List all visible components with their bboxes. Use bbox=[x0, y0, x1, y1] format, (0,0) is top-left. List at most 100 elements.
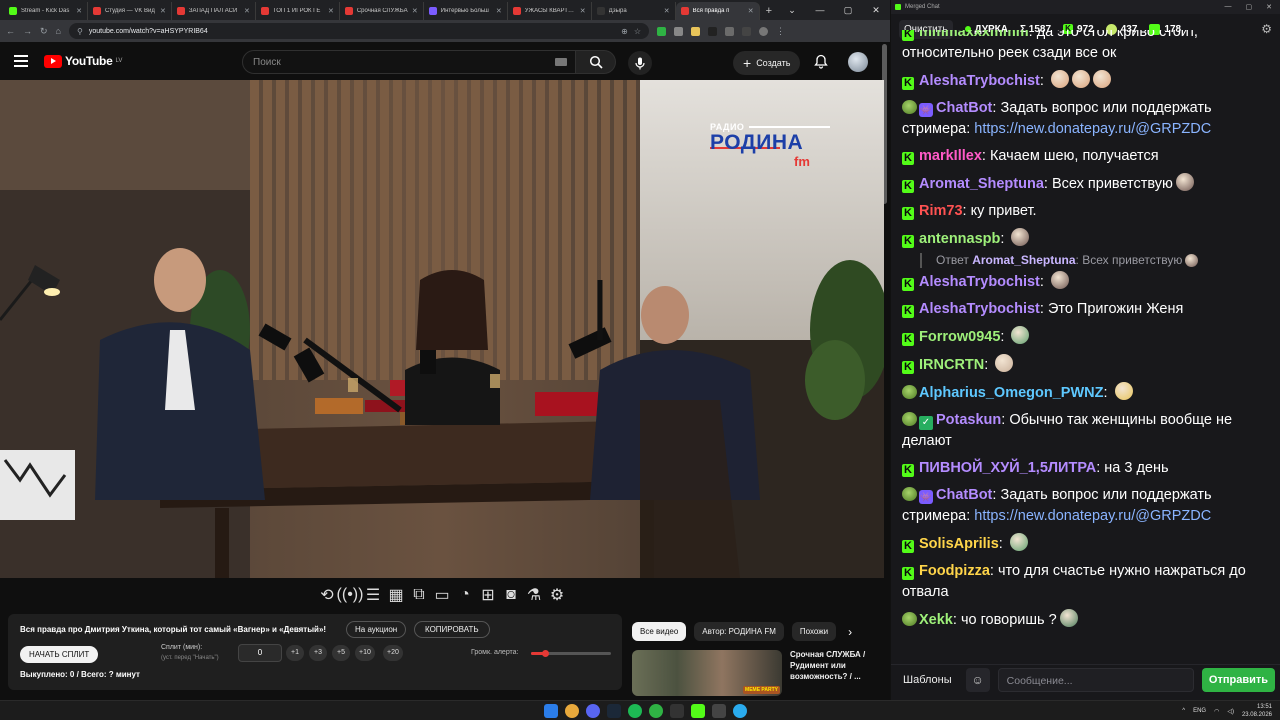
alert-volume-slider[interactable] bbox=[531, 650, 611, 657]
extension-icon[interactable] bbox=[690, 26, 700, 36]
chat-username[interactable]: antennaspb bbox=[919, 231, 1000, 247]
tab-close-icon[interactable]: ✕ bbox=[76, 7, 82, 15]
tab-close-icon[interactable]: ✕ bbox=[748, 7, 754, 15]
tab-close-icon[interactable]: ✕ bbox=[244, 7, 250, 15]
network-icon[interactable]: ◠ bbox=[1214, 708, 1219, 715]
maximize-button[interactable]: ▢ bbox=[834, 0, 862, 20]
chat-link[interactable]: https://new.donatepay.ru/@GRPZDC bbox=[974, 121, 1211, 137]
tab-close-icon[interactable]: ✕ bbox=[412, 7, 418, 15]
close-window-button[interactable]: ✕ bbox=[862, 0, 890, 20]
chat-message[interactable]: ✓ Potaskun: Обычно так женщины вообще не … bbox=[902, 407, 1271, 455]
settings-gear-icon[interactable]: ⚙ bbox=[549, 587, 566, 604]
alert-volume-knob[interactable] bbox=[542, 650, 550, 657]
reply-reference[interactable]: Ответ Aromat_Sheptuna: Всех приветствую bbox=[920, 253, 1271, 268]
menu-kebab-icon[interactable]: ⋮ bbox=[776, 26, 785, 37]
browser-tab[interactable]: ТОП 1 ИГРОК ГЕ ✕ bbox=[256, 2, 340, 20]
increment-button[interactable]: +1 bbox=[286, 645, 304, 661]
screenshot-camera-icon[interactable]: ◙ bbox=[503, 586, 520, 604]
back-icon[interactable]: ← bbox=[6, 26, 15, 36]
chat-message[interactable]: Kmmmaxxxmmm: да это стол криво стоит, от… bbox=[902, 30, 1271, 67]
chat-link[interactable]: https://new.donatepay.ru/@GRPZDC bbox=[974, 508, 1211, 524]
tab-close-icon[interactable]: ✕ bbox=[160, 7, 166, 15]
browser-tab[interactable]: Вся правда п ✕ bbox=[675, 2, 760, 20]
tab-close-icon[interactable]: ✕ bbox=[496, 7, 502, 15]
templates-button[interactable]: Шаблоны bbox=[897, 668, 958, 692]
create-button[interactable]: + Создать bbox=[733, 51, 801, 75]
chat-username[interactable]: markIllex bbox=[919, 148, 982, 164]
obs-icon[interactable] bbox=[670, 704, 684, 718]
home-icon[interactable]: ⌂ bbox=[56, 26, 61, 36]
clock[interactable]: 13:51 23.08.2026 bbox=[1242, 703, 1272, 719]
chat-username[interactable]: AleshaTrybochist bbox=[919, 73, 1040, 89]
emoji-smile-icon[interactable]: ☺ bbox=[965, 667, 990, 692]
keyboard-icon[interactable] bbox=[555, 58, 567, 66]
browser-tab[interactable]: Интервью Больш ✕ bbox=[424, 2, 508, 20]
notifications-bell-icon[interactable] bbox=[814, 54, 828, 69]
video-player[interactable]: РАДИО РОДИНА fm bbox=[0, 80, 884, 578]
chat-username[interactable]: Xekk bbox=[919, 612, 953, 628]
loop-icon[interactable]: ⟲ bbox=[319, 587, 336, 604]
chat-message[interactable]: Alpharius_Omegon_PWNZ: bbox=[902, 379, 1271, 407]
increment-button[interactable]: +5 bbox=[332, 645, 350, 661]
volume-icon[interactable]: ◁) bbox=[1227, 708, 1234, 715]
app-icon[interactable] bbox=[712, 704, 726, 718]
broadcast-icon[interactable]: ((•)) bbox=[337, 586, 364, 604]
reload-icon[interactable]: ↻ bbox=[40, 26, 48, 37]
chat-message[interactable]: KmarkIllex: Качаем шею, получается bbox=[902, 143, 1271, 170]
profile-icon[interactable] bbox=[758, 26, 768, 36]
bookmark-star-icon[interactable]: ☆ bbox=[634, 27, 641, 36]
chat-message[interactable]: K IRNCRTN: bbox=[902, 351, 1271, 379]
picture-in-picture-icon[interactable]: ⧉ bbox=[411, 586, 428, 604]
chat-username[interactable]: AleshaTrybochist bbox=[919, 301, 1040, 317]
chat-message[interactable]: K Forrow0945: bbox=[902, 323, 1271, 351]
increment-button[interactable]: +10 bbox=[355, 645, 375, 661]
chat-message[interactable]: K AleshaTrybochist: bbox=[902, 268, 1271, 296]
downloads-icon[interactable] bbox=[741, 26, 751, 36]
recommended-video-title[interactable]: Срочная СЛУЖБА / Рудимент или возможност… bbox=[790, 650, 882, 696]
playlist-icon[interactable]: ☰ bbox=[365, 587, 382, 604]
chevron-up-icon[interactable]: ^ bbox=[1182, 708, 1185, 714]
extension-icon[interactable] bbox=[724, 26, 734, 36]
chat-username[interactable]: IRNCRTN bbox=[919, 357, 984, 373]
chrome-icon[interactable] bbox=[565, 704, 579, 718]
voice-search-button[interactable] bbox=[628, 51, 652, 75]
chip-similar[interactable]: Похожи bbox=[791, 622, 837, 641]
chip-all-videos[interactable]: Все видео bbox=[632, 622, 687, 641]
chat-username[interactable]: SolisAprilis bbox=[919, 536, 999, 552]
tab-search-icon[interactable]: ⌄ bbox=[778, 0, 806, 20]
discord-icon[interactable] bbox=[586, 704, 600, 718]
chat-username[interactable]: ChatBot bbox=[936, 100, 992, 116]
chat-message-list[interactable]: Kmmmaxxxmmm: да это стол криво стоит, от… bbox=[891, 30, 1280, 662]
chat-message[interactable]: K Aromat_Sheptuna: Всех приветствую bbox=[902, 170, 1271, 198]
chat-message[interactable]: K AleshaTrybochist: bbox=[902, 67, 1271, 95]
message-input[interactable]: Сообщение... bbox=[997, 667, 1194, 692]
chat-username[interactable]: Foodpizza bbox=[919, 563, 990, 579]
chat-message[interactable]: K SolisAprilis: bbox=[902, 530, 1271, 558]
add-clip-icon[interactable]: ⊞ bbox=[480, 587, 497, 604]
chat-username[interactable]: Alpharius_Omegon_PWNZ bbox=[919, 385, 1104, 401]
site-info-icon[interactable]: ⚲ bbox=[77, 27, 83, 36]
minimize-button[interactable]: — bbox=[806, 0, 834, 20]
steam-icon[interactable] bbox=[607, 704, 621, 718]
split-minutes-input[interactable]: 0 bbox=[238, 644, 282, 662]
chat-message[interactable]: Kantennaspb: bbox=[902, 225, 1271, 253]
url-field[interactable]: ⚲ youtube.com/watch?v=aHSYPYRIB64 ⊕ ☆ bbox=[68, 23, 649, 39]
app-icon[interactable] bbox=[649, 704, 663, 718]
send-button[interactable]: Отправить bbox=[1201, 667, 1275, 692]
youtube-logo[interactable]: YouTube LV bbox=[44, 54, 122, 68]
chat-username[interactable]: Aromat_Sheptuna bbox=[919, 176, 1044, 192]
cinema-mode-icon[interactable]: ▭ bbox=[434, 587, 451, 604]
chat-username[interactable]: mmmaxxxmmm bbox=[919, 30, 1029, 40]
speedometer-icon[interactable]: ◔ bbox=[457, 586, 474, 604]
new-tab-button[interactable]: + bbox=[760, 2, 778, 20]
auction-button[interactable]: На аукцион bbox=[346, 621, 407, 638]
browser-tab[interactable]: Stream - Kick Das ✕ bbox=[4, 2, 88, 20]
minimize-button[interactable]: — bbox=[1225, 3, 1232, 11]
increment-button[interactable]: +20 bbox=[383, 645, 403, 661]
browser-tab[interactable]: Дзыра ✕ bbox=[592, 2, 676, 20]
browser-tab[interactable]: Срочная СЛУЖБА ✕ bbox=[340, 2, 424, 20]
start-split-button[interactable]: НАЧАТЬ СПЛИТ bbox=[20, 646, 99, 663]
extension-icon[interactable] bbox=[707, 26, 717, 36]
chat-message[interactable]: 👾 ChatBot: Задать вопрос или поддержать с… bbox=[902, 95, 1271, 143]
tab-close-icon[interactable]: ✕ bbox=[580, 7, 586, 15]
